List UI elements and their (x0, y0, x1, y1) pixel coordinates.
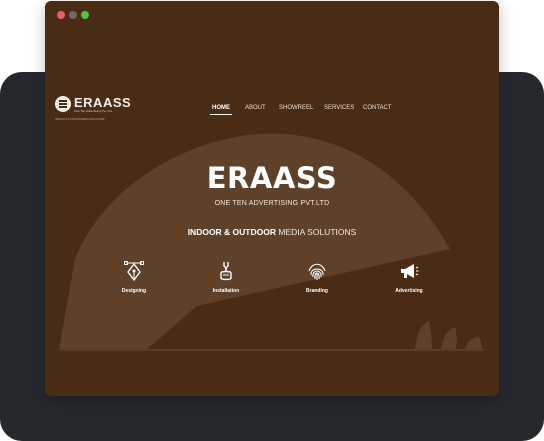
fingerprint-icon (308, 263, 326, 280)
service-designing[interactable]: Designing (104, 260, 164, 300)
hero-tagline-rest: MEDIA SOLUTIONS (276, 227, 357, 237)
service-installation[interactable]: Installation (196, 260, 256, 300)
nav-item-home[interactable]: HOME (212, 105, 230, 111)
service-branding[interactable]: Branding (287, 260, 347, 300)
window-titlebar (45, 1, 499, 27)
pen-nib-icon (124, 261, 144, 282)
nav-item-services[interactable]: SERVICES (324, 105, 354, 111)
hero-subtitle: ONE TEN ADVERTISING PVT.LTD (214, 200, 330, 207)
browser-window: ERAASS One Ten Advertising Pvt. Ltd. IND… (45, 1, 499, 396)
logo-subtitle: One Ten Advertising Pvt. Ltd. (74, 109, 113, 113)
close-dot[interactable] (57, 11, 65, 19)
nav-item-showreel[interactable]: SHOWREEL (279, 105, 313, 111)
nav-active-underline (210, 114, 232, 115)
logo-name: ERAASS (74, 95, 132, 110)
service-label: Branding (306, 288, 328, 294)
service-label: Designing (121, 288, 147, 294)
minimize-dot[interactable] (69, 11, 77, 19)
nav-item-about[interactable]: ABOUT (245, 105, 266, 111)
hero-tagline-bold: INDOOR & OUTDOOR (187, 227, 276, 237)
hero-tagline: INDOOR & OUTDOOR MEDIA SOLUTIONS (45, 227, 499, 237)
wrench-hand-icon (220, 262, 232, 281)
maximize-dot[interactable] (81, 11, 89, 19)
hero-title: ERAASS (206, 161, 338, 195)
site-logo[interactable]: ERAASS One Ten Advertising Pvt. Ltd. IND… (55, 95, 135, 126)
nav-item-contact[interactable]: CONTACT (363, 105, 392, 111)
hero-arch-shape (59, 133, 485, 351)
logo-e-icon (55, 96, 71, 112)
service-label: Advertising (395, 288, 423, 294)
service-label: Installation (212, 288, 240, 294)
megaphone-icon (401, 264, 419, 278)
logo-tagline: INDOOR & OUTDOOR MEDIA SOLUTIONS (55, 118, 105, 121)
service-advertising[interactable]: Advertising (379, 260, 439, 300)
